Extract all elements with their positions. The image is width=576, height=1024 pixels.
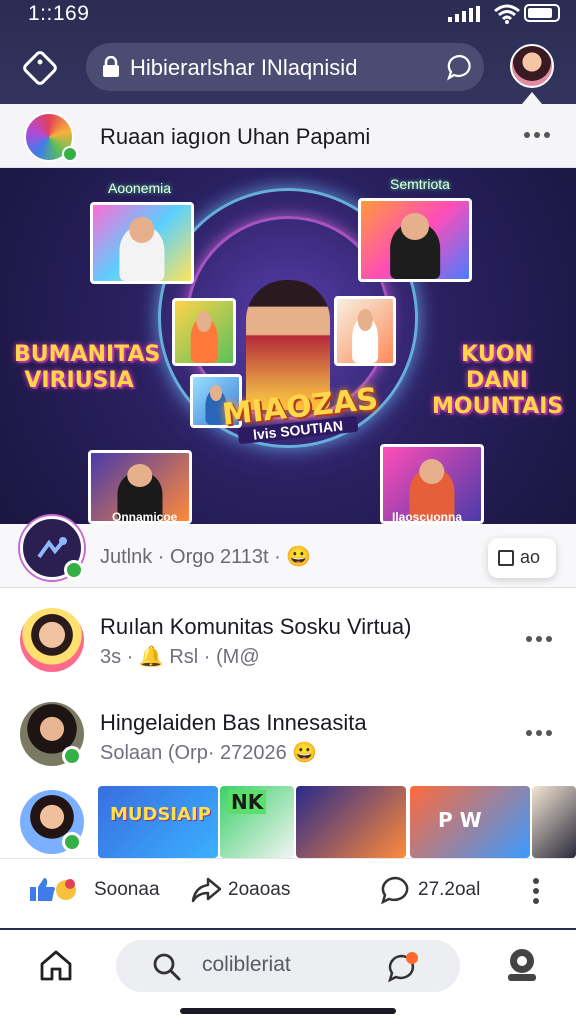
feed-item-meta: Solaan (Orp· 272026 😀 bbox=[100, 742, 318, 764]
post-banner-image[interactable]: Aoonemia Semtriota BUMANITAS VIRIUSIA KU… bbox=[0, 168, 576, 524]
banner-caption-right: Ilaoscuonna bbox=[392, 510, 463, 524]
more-dots-icon[interactable] bbox=[524, 730, 554, 738]
home-indicator bbox=[180, 1008, 396, 1014]
banner-label-right: Semtriota bbox=[390, 176, 450, 192]
comment-icon[interactable] bbox=[380, 875, 412, 905]
list-item[interactable]: Ruılan Komunitas Sosku Virtua) 3s · 🔔 Rs… bbox=[0, 588, 576, 688]
lock-icon bbox=[103, 56, 119, 77]
more-vertical-icon[interactable] bbox=[530, 877, 542, 905]
edit-label: ao bbox=[520, 547, 541, 567]
banner-side-text-right: KUON DANI MOUNTAIS bbox=[432, 342, 564, 419]
share-count[interactable]: 2oaoas bbox=[228, 879, 290, 901]
banner-caption-left: Onnamicoe bbox=[112, 510, 178, 524]
profile-avatar[interactable] bbox=[510, 44, 554, 88]
media-tile[interactable]: P W bbox=[410, 786, 530, 858]
banner-label-left: Aoonemia bbox=[108, 180, 172, 196]
home-icon[interactable] bbox=[38, 948, 74, 982]
like-icon[interactable] bbox=[28, 875, 80, 905]
verified-badge-icon bbox=[62, 832, 82, 852]
list-item[interactable]: Hingelaiden Bas Innesasita Solaan (Orp· … bbox=[0, 688, 576, 788]
post-header: Ruaan iagıon Uhan Papami bbox=[0, 104, 576, 168]
search-icon bbox=[153, 953, 181, 981]
reaction-summary: Jutlnk · Orgo 2113t · 😀 bbox=[100, 546, 312, 568]
media-tile[interactable] bbox=[296, 786, 406, 858]
banner-side-text-left: BUMANITAS VIRIUSIA bbox=[14, 342, 161, 393]
diamond-nav-icon[interactable] bbox=[20, 48, 60, 88]
more-dots-icon[interactable] bbox=[522, 132, 552, 140]
post-action-bar: Soonaa 2oaoas 27.2oal bbox=[0, 858, 576, 920]
profile-icon[interactable] bbox=[502, 946, 542, 984]
search-placeholder: colibleriat bbox=[202, 953, 291, 976]
edit-button[interactable]: ao bbox=[488, 538, 556, 578]
feed-item-name: Ruılan Komunitas Sosku Virtua) bbox=[100, 614, 412, 639]
avatar[interactable] bbox=[20, 608, 84, 672]
banner-thumb-4 bbox=[334, 296, 396, 366]
avatar-caret bbox=[522, 92, 542, 104]
media-tile[interactable]: MUDSIAIP bbox=[98, 786, 218, 858]
banner-thumb-2 bbox=[358, 198, 472, 282]
wifi-icon bbox=[494, 4, 520, 24]
edit-icon bbox=[498, 550, 514, 566]
signal-icon bbox=[448, 6, 480, 22]
top-header: 1::169 Hibierarlshar INlaqnisid bbox=[0, 0, 576, 104]
verified-badge-icon bbox=[64, 560, 84, 580]
media-tile[interactable]: NK bbox=[220, 786, 294, 858]
url-text: Hibierarlshar INlaqnisid bbox=[130, 55, 358, 80]
banner-thumb-3 bbox=[172, 298, 236, 366]
like-count[interactable]: Soonaa bbox=[94, 879, 160, 901]
banner-thumb-1 bbox=[90, 202, 194, 284]
notification-chat-icon[interactable] bbox=[386, 950, 420, 984]
verified-badge-icon bbox=[62, 146, 78, 162]
status-time: 1::169 bbox=[28, 2, 90, 25]
comment-count[interactable]: 27.2oal bbox=[418, 879, 480, 901]
post-author-name[interactable]: Ruaan iagıon Uhan Papami bbox=[100, 124, 370, 150]
battery-icon bbox=[524, 4, 560, 22]
feed-item-meta: 3s · 🔔 Rsl · (M@ bbox=[100, 646, 260, 668]
url-bar[interactable]: Hibierarlshar INlaqnisid bbox=[86, 43, 484, 91]
share-icon[interactable] bbox=[190, 875, 222, 905]
status-bar: 1::169 bbox=[0, 0, 576, 34]
chat-bubble-icon[interactable] bbox=[446, 53, 474, 81]
media-tile[interactable] bbox=[532, 786, 576, 858]
media-strip[interactable]: MUDSIAIP NK P W bbox=[98, 786, 576, 858]
more-dots-icon[interactable] bbox=[524, 636, 554, 644]
feed-item-name: Hingelaiden Bas Innesasita bbox=[100, 710, 367, 735]
search-input[interactable]: colibleriat bbox=[116, 940, 460, 992]
verified-badge-icon bbox=[62, 746, 82, 766]
